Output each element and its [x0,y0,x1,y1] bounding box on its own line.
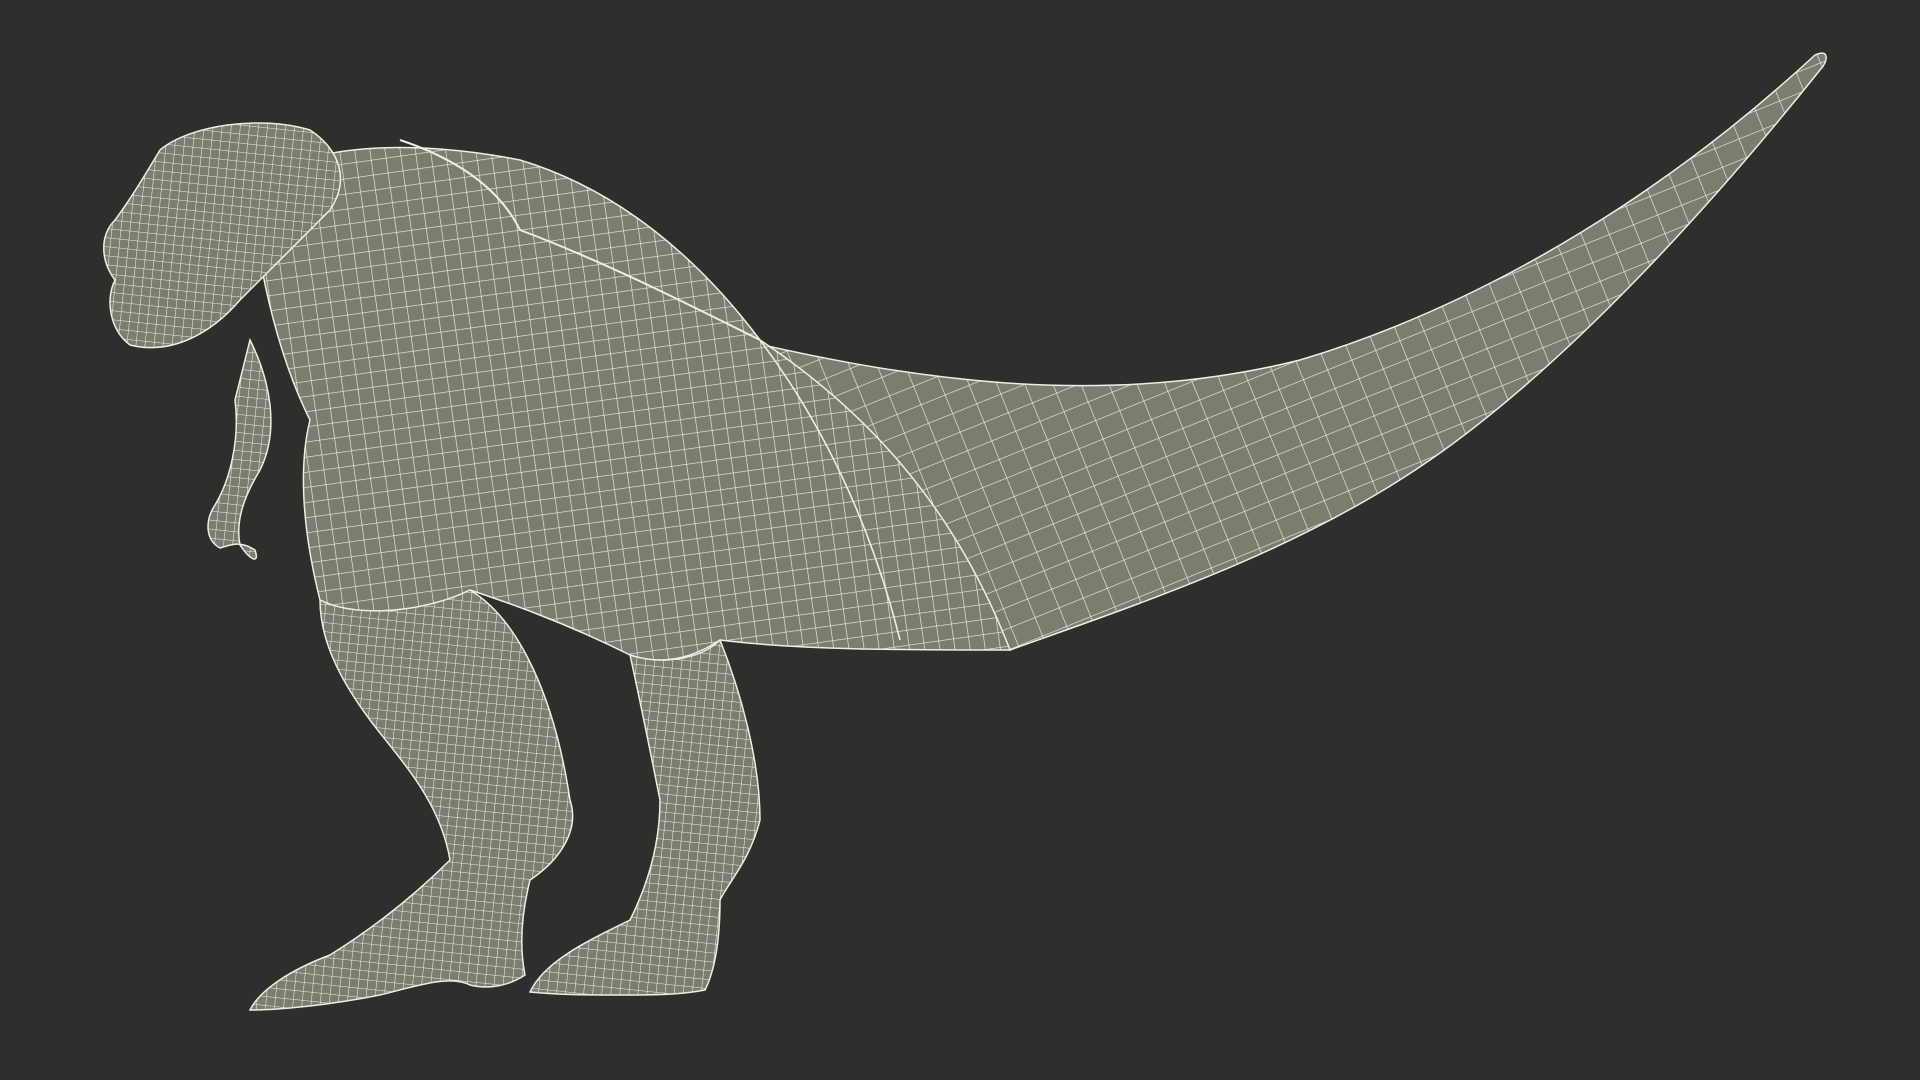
render-viewport [0,0,1920,1080]
wireframe-render [103,52,1827,1011]
dinosaur-mesh [103,52,1827,1011]
